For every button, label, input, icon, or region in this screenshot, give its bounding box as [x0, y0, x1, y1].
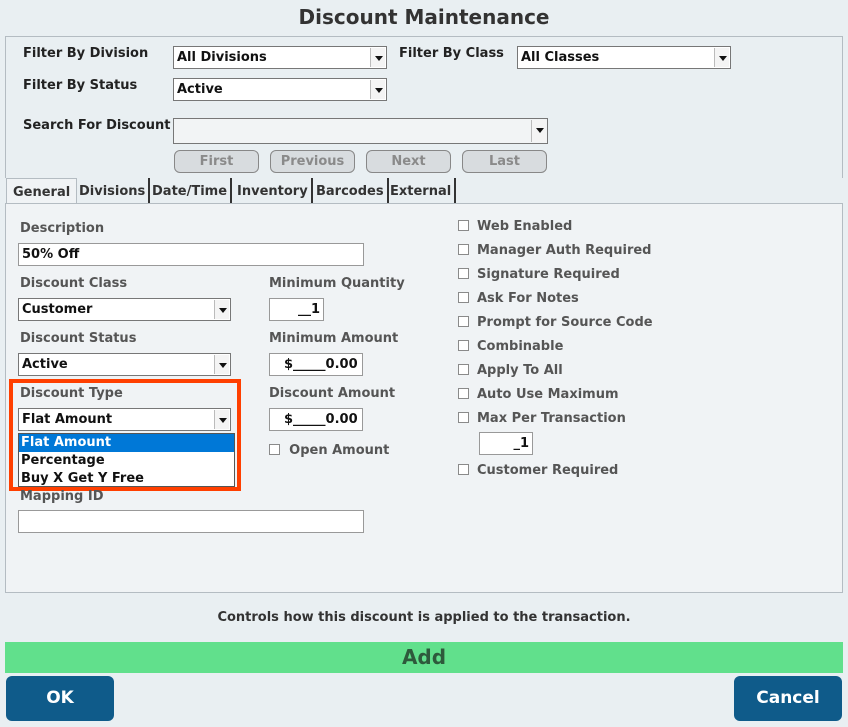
checkbox[interactable] [458, 388, 469, 399]
discount-amount-label: Discount Amount [269, 386, 396, 401]
filter-status-select[interactable]: Active [173, 78, 387, 101]
tab-inventory[interactable]: Inventory [237, 178, 313, 203]
description-field[interactable]: 50% Off [18, 243, 364, 266]
checkbox[interactable] [458, 268, 469, 279]
tab-date-time[interactable]: Date/Time [152, 178, 233, 203]
checkbox[interactable] [458, 316, 469, 327]
chevron-down-icon[interactable] [370, 80, 385, 99]
checkbox[interactable] [458, 220, 469, 231]
filter-class-label: Filter By Class [399, 46, 504, 61]
mapping-id-label: Mapping ID [20, 489, 104, 504]
open-amount-checkbox-row[interactable]: Open Amount [269, 443, 389, 458]
filter-division-label: Filter By Division [23, 46, 149, 61]
tab-bar: General Divisions Date/Time Inventory Ba… [5, 178, 843, 205]
checkbox-label: Prompt for Source Code [477, 315, 653, 330]
discount-status-label: Discount Status [20, 331, 137, 346]
window-title: Discount Maintenance [298, 5, 550, 29]
checkbox[interactable] [458, 292, 469, 303]
options-checkbox-list: Web Enabled Manager Auth Required Signat… [458, 219, 653, 435]
filter-class-value: All Classes [521, 50, 600, 65]
minimum-amount-label: Minimum Amount [269, 331, 399, 346]
cancel-button[interactable]: Cancel [734, 676, 842, 721]
checkbox-label: Ask For Notes [477, 291, 579, 306]
discount-amount-field[interactable]: $_____0.00 [269, 408, 363, 431]
tab-external[interactable]: External [390, 178, 457, 203]
tab-divisions[interactable]: Divisions [79, 178, 151, 203]
hint-text: Controls how this discount is applied to… [217, 610, 631, 625]
checkbox[interactable] [458, 464, 469, 475]
open-amount-checkbox[interactable] [269, 444, 280, 455]
discount-class-select[interactable]: Customer [18, 298, 231, 321]
last-button[interactable]: Last [462, 150, 547, 173]
checkbox-label: Combinable [477, 339, 564, 354]
chevron-down-icon[interactable] [214, 355, 229, 374]
checkbox-row[interactable]: Ask For Notes [458, 291, 653, 315]
filter-division-value: All Divisions [177, 50, 267, 65]
checkbox[interactable] [458, 364, 469, 375]
checkbox-label: Manager Auth Required [477, 243, 652, 258]
chevron-down-icon[interactable] [531, 120, 546, 142]
checkbox-label: Max Per Transaction [477, 411, 626, 426]
tab-barcodes[interactable]: Barcodes [316, 178, 389, 203]
checkbox-row[interactable]: Signature Required [458, 267, 653, 291]
checkbox-label: Signature Required [477, 267, 620, 282]
checkbox[interactable] [458, 340, 469, 351]
chevron-down-icon[interactable] [370, 48, 385, 67]
add-button[interactable]: Add [5, 642, 843, 673]
checkbox-row[interactable]: Prompt for Source Code [458, 315, 653, 339]
checkbox-row[interactable]: Apply To All [458, 363, 653, 387]
next-button[interactable]: Next [366, 150, 451, 173]
checkbox-row[interactable]: Auto Use Maximum [458, 387, 653, 411]
checkbox[interactable] [458, 244, 469, 255]
checkbox-label: Customer Required [477, 463, 619, 478]
checkbox-row[interactable]: Web Enabled [458, 219, 653, 243]
filter-status-label: Filter By Status [23, 78, 138, 93]
search-discount-label: Search For Discount [23, 118, 171, 133]
checkbox-row[interactable]: Customer Required [458, 463, 618, 478]
open-amount-label: Open Amount [289, 443, 390, 458]
checkbox-label: Web Enabled [477, 219, 573, 234]
filter-status-value: Active [177, 82, 223, 97]
previous-button[interactable]: Previous [270, 150, 355, 173]
tab-general[interactable]: General [6, 178, 78, 205]
checkbox-label: Apply To All [477, 363, 563, 378]
discount-status-select[interactable]: Active [18, 353, 231, 376]
minimum-amount-field[interactable]: $_____0.00 [269, 353, 363, 376]
checkbox-row[interactable]: Manager Auth Required [458, 243, 653, 267]
first-button[interactable]: First [174, 150, 259, 173]
minimum-quantity-field[interactable]: __1 [269, 298, 324, 321]
filter-class-select[interactable]: All Classes [517, 46, 731, 69]
mapping-id-field[interactable] [18, 510, 364, 533]
checkbox[interactable] [458, 412, 469, 423]
discount-type-highlight-box [9, 379, 241, 491]
search-discount-select[interactable] [173, 118, 548, 144]
ok-button[interactable]: OK [6, 676, 114, 721]
description-label: Description [20, 221, 105, 236]
minimum-quantity-label: Minimum Quantity [269, 276, 405, 291]
checkbox-label: Auto Use Maximum [477, 387, 619, 402]
discount-class-label: Discount Class [20, 276, 128, 291]
chevron-down-icon[interactable] [214, 300, 229, 319]
discount-status-value: Active [22, 357, 68, 372]
max-per-transaction-field[interactable]: _1 [479, 432, 533, 455]
filter-division-select[interactable]: All Divisions [173, 46, 387, 69]
discount-class-value: Customer [22, 302, 93, 317]
chevron-down-icon[interactable] [714, 48, 729, 67]
checkbox-row[interactable]: Combinable [458, 339, 653, 363]
